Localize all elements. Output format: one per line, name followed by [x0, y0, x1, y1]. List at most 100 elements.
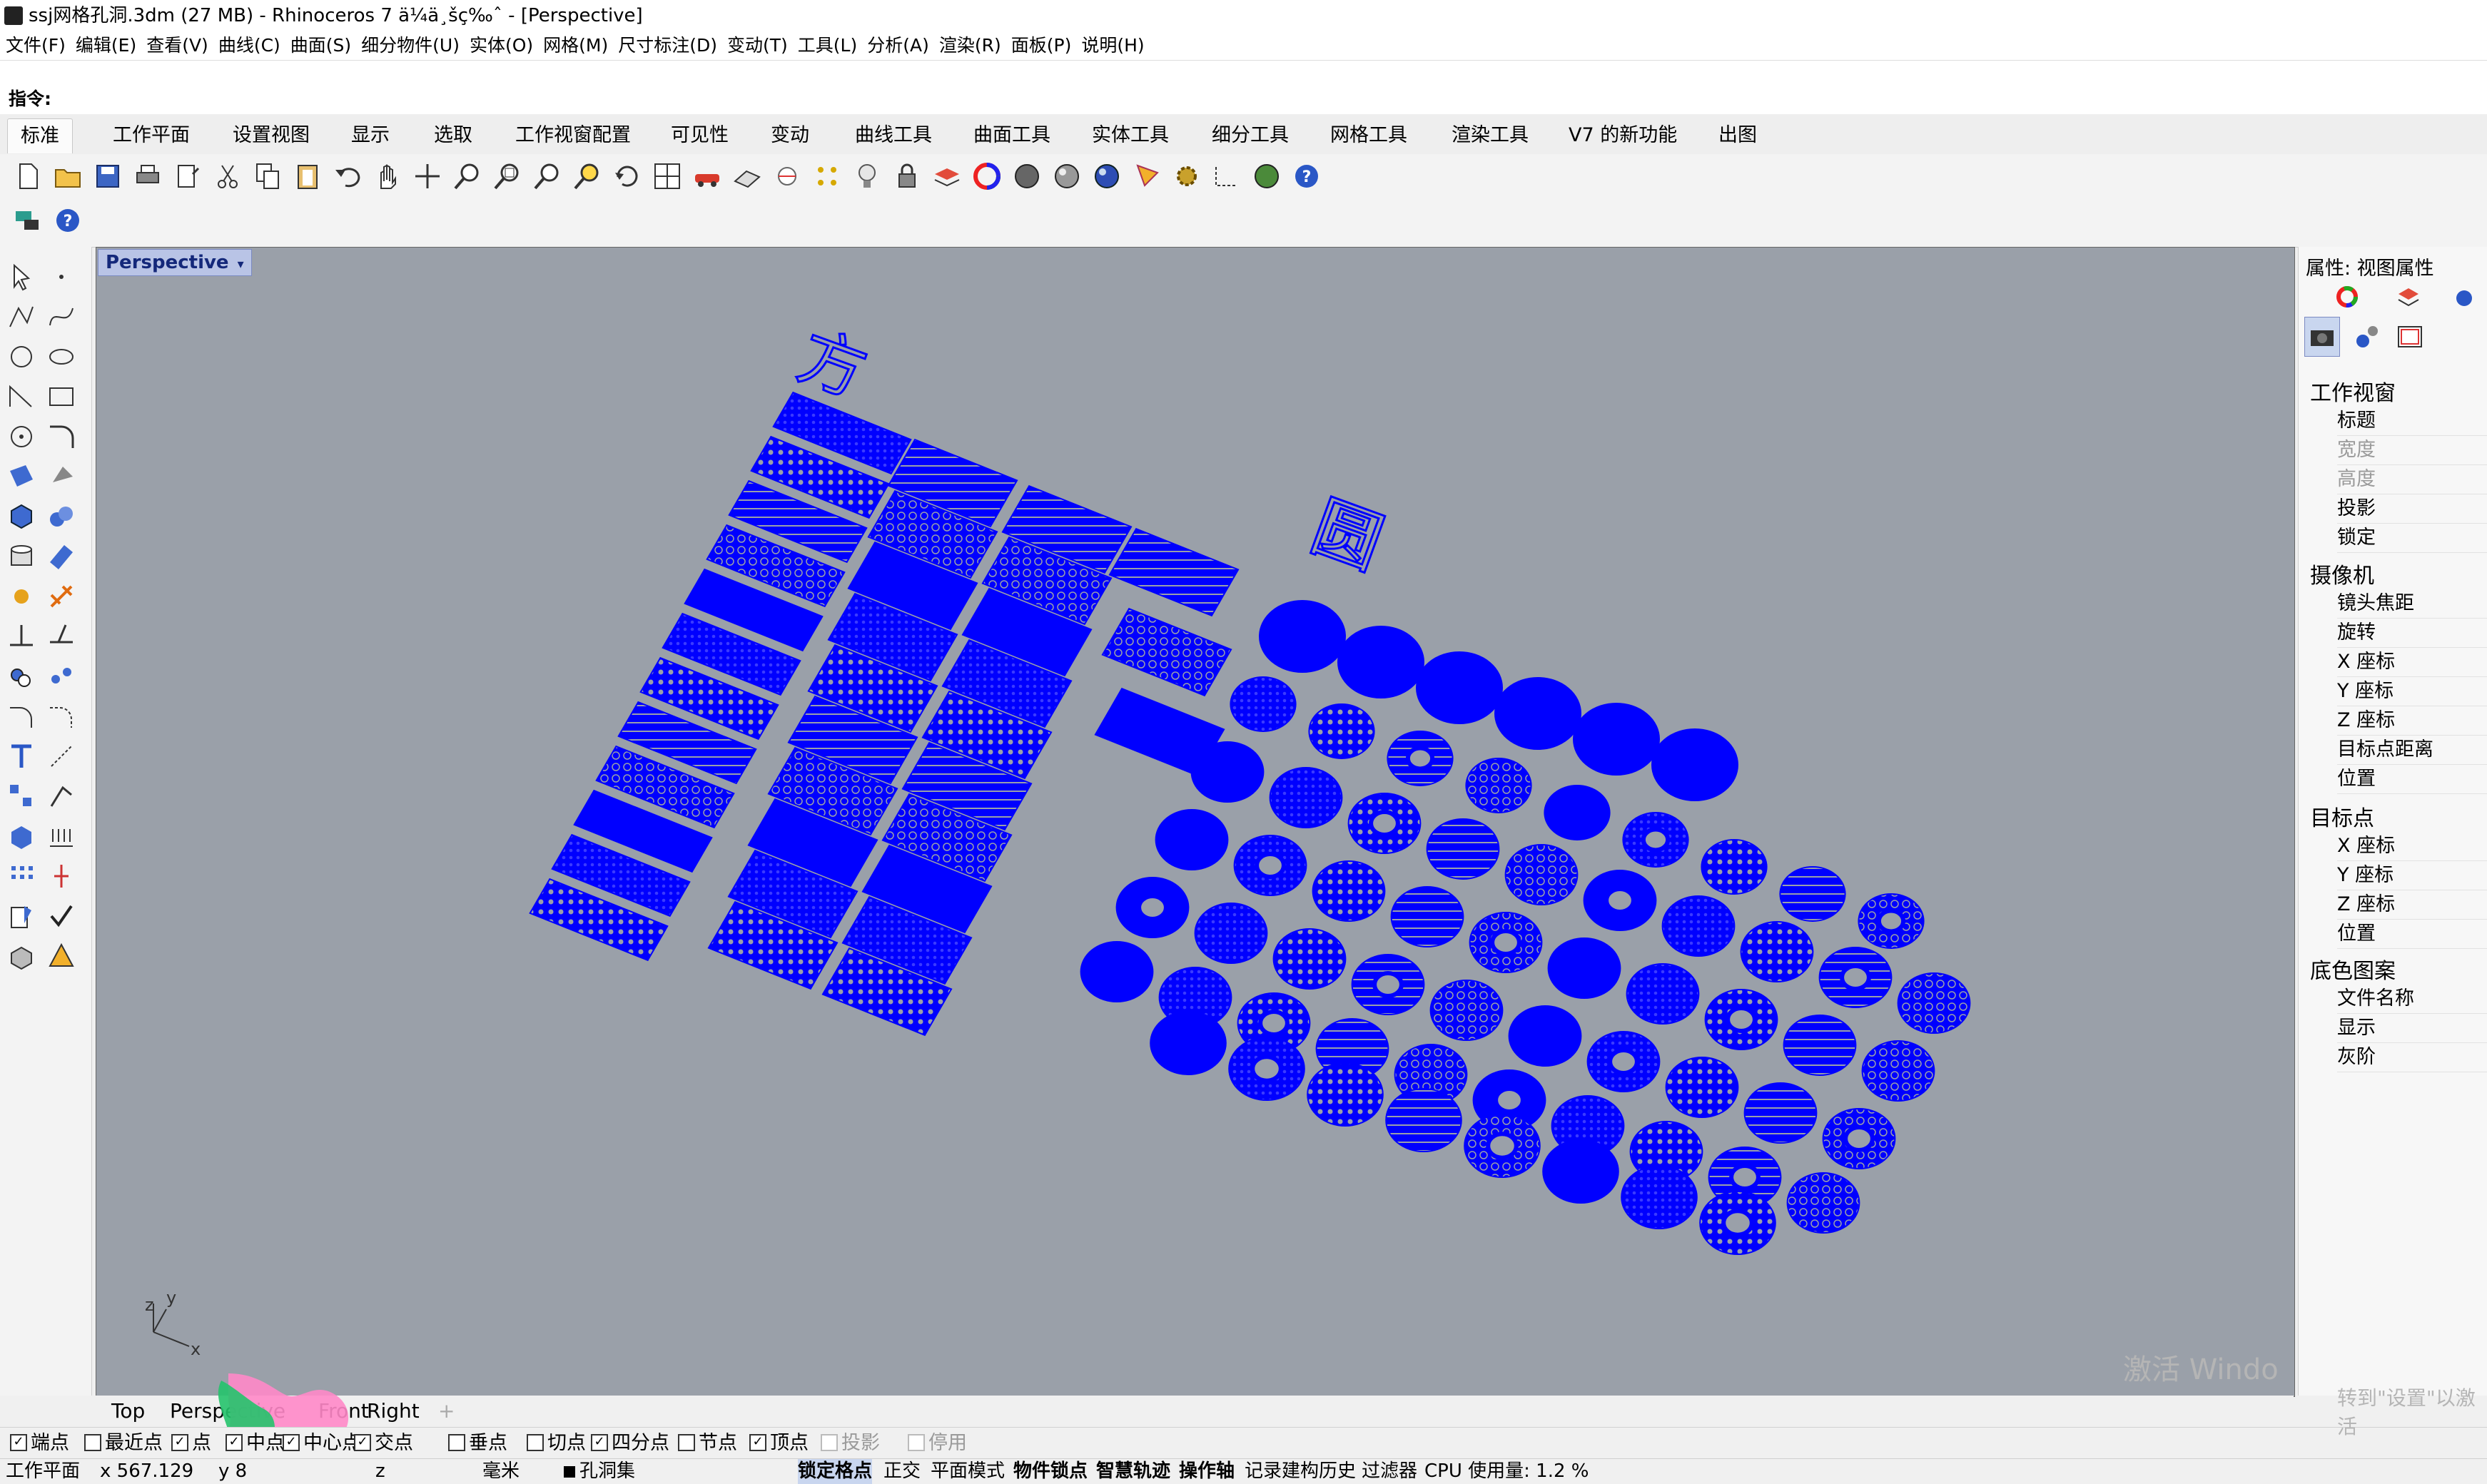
explode-icon[interactable] — [46, 581, 77, 612]
open-icon[interactable] — [51, 160, 84, 193]
circle-mesh-disc[interactable] — [1626, 963, 1700, 1025]
help-icon-2[interactable]: ? — [51, 204, 84, 237]
osnap-10[interactable]: ✓ 顶点 — [749, 1428, 809, 1459]
osnap-11[interactable]: 投影 — [821, 1428, 880, 1459]
osnap-checkbox[interactable]: ✓ — [749, 1433, 766, 1451]
osnap-8[interactable]: ✓ 四分点 — [591, 1428, 669, 1459]
square-mesh-panel[interactable] — [1101, 607, 1232, 697]
osnap-checkbox[interactable] — [678, 1433, 695, 1451]
tab-curve-tools[interactable]: 曲线工具 — [842, 118, 945, 153]
status-grid-snap[interactable]: 锁定格点 — [798, 1459, 873, 1484]
render-sphere-icon[interactable] — [1090, 160, 1123, 193]
circle-mesh-disc[interactable] — [1230, 676, 1297, 732]
paste-icon[interactable] — [291, 160, 324, 193]
grid-icon[interactable] — [771, 160, 804, 193]
array-icon[interactable] — [6, 781, 37, 812]
mesh-icon[interactable] — [46, 541, 77, 572]
layer-icon[interactable] — [2396, 284, 2421, 310]
zoom-window-icon[interactable] — [491, 160, 524, 193]
cut-icon[interactable] — [211, 160, 244, 193]
ellipse-icon[interactable] — [46, 341, 77, 372]
tab-visibility[interactable]: 可见性 — [658, 118, 741, 153]
save-icon[interactable] — [91, 160, 124, 193]
tab-cplanes[interactable]: 工作平面 — [100, 118, 203, 153]
panel-property-row[interactable]: Y 座标 — [2337, 861, 2487, 890]
tab-viewport-layout[interactable]: 工作视窗配置 — [502, 118, 644, 153]
point-icon[interactable] — [46, 261, 77, 293]
osnap-checkbox[interactable]: ✓ — [226, 1433, 243, 1451]
tab-display[interactable]: 显示 — [338, 118, 402, 153]
tab-transform[interactable]: 变动 — [758, 118, 822, 153]
circle-mesh-disc[interactable] — [1272, 928, 1347, 990]
dimension-tool-icon[interactable] — [46, 741, 77, 772]
box-icon[interactable] — [6, 501, 37, 532]
osnap-12[interactable]: 停用 — [908, 1428, 967, 1459]
camera-tab[interactable] — [2304, 317, 2340, 357]
circle-mesh-disc[interactable] — [1385, 1088, 1462, 1152]
viewport-frame-icon[interactable] — [2394, 321, 2426, 352]
menu-subd[interactable]: 细分物件(U) — [361, 31, 460, 60]
panel-property-row[interactable]: 显示 — [2337, 1014, 2487, 1043]
named-view-icon[interactable] — [691, 160, 724, 193]
zoom-extents-icon[interactable] — [531, 160, 564, 193]
import-icon[interactable] — [171, 160, 204, 193]
tab-standard[interactable]: 标准 — [7, 118, 73, 153]
panel-section-header[interactable]: 目标点 — [2310, 801, 2374, 832]
osnap-checkbox[interactable] — [821, 1433, 838, 1451]
osnap-2[interactable]: ✓ 点 — [171, 1428, 211, 1459]
rendered-sphere-icon[interactable] — [1050, 160, 1083, 193]
square-mesh-panel[interactable] — [1108, 527, 1240, 617]
spotlight-icon[interactable] — [1130, 160, 1163, 193]
split-icon[interactable] — [46, 621, 77, 652]
osnap-checkbox[interactable] — [84, 1433, 101, 1451]
solid-tools-icon[interactable] — [6, 940, 37, 972]
circle-mesh-disc[interactable] — [1783, 1015, 1857, 1076]
circle-mesh-disc[interactable] — [1308, 703, 1375, 759]
circle-mesh-disc[interactable] — [1779, 866, 1846, 922]
contour-icon[interactable] — [46, 820, 77, 852]
grasshopper-icon[interactable] — [11, 204, 44, 237]
panel-property-row[interactable]: 灰阶 — [2337, 1043, 2487, 1072]
polyline-icon[interactable] — [6, 301, 37, 332]
circle-mesh-disc[interactable] — [1494, 677, 1581, 750]
circle-mesh-disc[interactable] — [1621, 1165, 1698, 1229]
circle-mesh-disc[interactable] — [1547, 937, 1621, 999]
osnap-checkbox[interactable] — [527, 1433, 544, 1451]
circle-icon[interactable] — [6, 341, 37, 372]
new-icon[interactable] — [11, 160, 44, 193]
grid-array-icon[interactable] — [6, 860, 37, 892]
status-filter[interactable]: 过滤器 — [1362, 1459, 1417, 1484]
cplane-icon[interactable] — [731, 160, 764, 193]
circle-mesh-disc[interactable] — [1544, 785, 1611, 840]
circle-mesh-disc[interactable] — [1155, 809, 1229, 870]
circle-mesh-disc[interactable] — [1337, 626, 1424, 698]
circle-mesh-disc[interactable] — [1786, 1172, 1860, 1234]
menu-surface[interactable]: 曲面(S) — [290, 31, 351, 60]
panel-property-row[interactable]: Y 座标 — [2337, 677, 2487, 706]
tab-render-tools[interactable]: 渲染工具 — [1439, 118, 1541, 153]
add-viewport-tab-icon[interactable]: + — [438, 1396, 455, 1427]
pyramid-icon[interactable] — [46, 940, 77, 972]
tab-set-view[interactable]: 设置视图 — [220, 118, 323, 153]
points-on-icon[interactable] — [811, 160, 844, 193]
viewport-tab-top[interactable]: Top — [111, 1396, 145, 1427]
shaded-sphere-icon[interactable] — [1010, 160, 1043, 193]
group-icon[interactable] — [6, 661, 37, 692]
panel-property-row[interactable]: 镜头焦距 — [2337, 589, 2487, 619]
circle-mesh-disc[interactable] — [1701, 839, 1768, 895]
perspective-viewport[interactable]: Perspective ▾ 方 圆 z y x 激活 Windo — [96, 247, 2295, 1397]
material-sphere-icon[interactable] — [2451, 284, 2477, 310]
mesh-scene[interactable]: 方 圆 z y x — [96, 248, 2294, 1396]
panel-property-row[interactable]: Z 座标 — [2337, 706, 2487, 736]
panel-property-row[interactable]: 高度 — [2337, 465, 2487, 494]
rectangle-icon[interactable] — [46, 381, 77, 412]
command-history[interactable] — [0, 60, 2487, 86]
circle-mesh-disc[interactable] — [1465, 758, 1532, 813]
status-cplane[interactable]: 工作平面 — [6, 1459, 80, 1484]
menu-analyze[interactable]: 分析(A) — [867, 31, 929, 60]
status-smarttrack[interactable]: 智慧轨迹 — [1096, 1459, 1170, 1484]
print-icon[interactable] — [131, 160, 164, 193]
panel-property-row[interactable]: 投影 — [2337, 494, 2487, 524]
curve-icon[interactable] — [46, 301, 77, 332]
options-gear-icon[interactable] — [1170, 160, 1203, 193]
